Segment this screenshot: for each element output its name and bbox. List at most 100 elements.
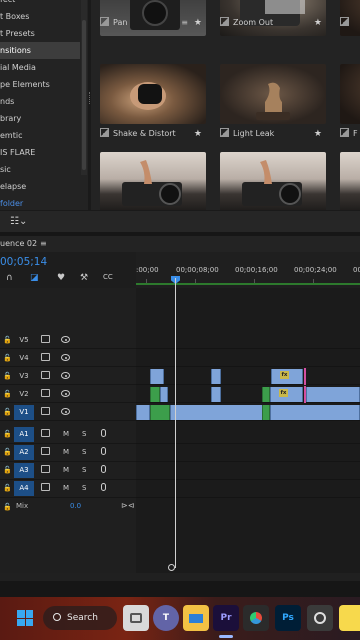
video-clip[interactable]: [306, 387, 360, 402]
track-name[interactable]: A3: [14, 463, 34, 478]
video-clip[interactable]: [160, 387, 168, 402]
track-a1[interactable]: [136, 426, 360, 444]
track-name[interactable]: A1: [14, 427, 34, 442]
mix-volume-value[interactable]: 0.0: [70, 502, 81, 510]
sync-lock-icon[interactable]: [41, 429, 50, 437]
eye-icon[interactable]: [61, 372, 70, 379]
video-clip[interactable]: [262, 405, 270, 420]
track-name[interactable]: A2: [14, 445, 34, 460]
sync-lock-icon[interactable]: [41, 483, 50, 491]
sequence-name[interactable]: uence 02: [0, 239, 37, 248]
effects-list-item[interactable]: brary: [0, 110, 80, 127]
track-name[interactable]: V5: [14, 333, 34, 348]
timecode-display[interactable]: 00;05;14: [0, 256, 47, 268]
effects-list-item[interactable]: folder: [0, 195, 80, 210]
panel-menu-icon[interactable]: ≡: [40, 236, 47, 252]
effects-list-item[interactable]: IS FLARE: [0, 144, 80, 161]
lock-icon[interactable]: 🔓: [3, 430, 12, 438]
task-view-icon[interactable]: [123, 605, 149, 631]
track-area[interactable]: fx fx: [136, 288, 360, 588]
adjustment-clip[interactable]: fx: [271, 369, 303, 384]
effects-list-item[interactable]: fect: [0, 0, 80, 8]
sync-lock-icon[interactable]: [41, 335, 50, 343]
effects-list-item[interactable]: sic: [0, 161, 80, 178]
mute-button[interactable]: M: [63, 448, 69, 456]
track-name[interactable]: A4: [14, 481, 34, 496]
sync-lock-icon[interactable]: [41, 389, 50, 397]
microphone-icon[interactable]: [101, 465, 106, 473]
teams-icon[interactable]: T: [153, 605, 179, 631]
video-clip[interactable]: [170, 405, 270, 420]
time-ruler[interactable]: :00;00 00;00;08;00 00;00;16;00 00;00;24;…: [136, 252, 360, 288]
lock-icon[interactable]: 🔓: [3, 390, 12, 398]
star-icon[interactable]: ★: [194, 16, 202, 30]
solo-button[interactable]: S: [82, 430, 86, 438]
obs-icon[interactable]: [307, 605, 333, 631]
sync-lock-icon[interactable]: [41, 407, 50, 415]
file-explorer-icon[interactable]: [183, 605, 209, 631]
track-v4[interactable]: [136, 350, 360, 367]
track-a2[interactable]: [136, 444, 360, 462]
video-clip[interactable]: [270, 405, 360, 420]
video-clip[interactable]: [150, 369, 164, 384]
effects-list-item[interactable]: t Presets: [0, 25, 80, 42]
scrollbar-thumb[interactable]: [82, 20, 86, 170]
lock-icon[interactable]: 🔓: [3, 503, 12, 511]
premiere-pro-icon[interactable]: Pr: [213, 605, 239, 631]
star-icon[interactable]: ★: [314, 16, 322, 30]
track-a3[interactable]: [136, 462, 360, 480]
video-clip[interactable]: [150, 387, 160, 402]
star-icon[interactable]: ★: [194, 127, 202, 141]
sync-lock-icon[interactable]: [41, 371, 50, 379]
sync-lock-icon[interactable]: [41, 447, 50, 455]
effects-list-scrollbar[interactable]: [81, 0, 87, 175]
lock-icon[interactable]: 🔓: [3, 448, 12, 456]
zoom-scroll-knob[interactable]: [168, 564, 175, 571]
eye-icon[interactable]: [61, 354, 70, 361]
track-v3[interactable]: fx: [136, 368, 360, 385]
resize-grip-icon[interactable]: [89, 92, 91, 104]
mute-button[interactable]: M: [63, 466, 69, 474]
go-to-end-icon[interactable]: ⊳⊲: [121, 501, 134, 510]
sticky-notes-icon[interactable]: [339, 605, 360, 631]
sequence-tab[interactable]: uence 02 ≡: [0, 236, 360, 252]
effects-list-item[interactable]: pe Elements: [0, 76, 80, 93]
mute-button[interactable]: M: [63, 484, 69, 492]
hamburger-menu-icon[interactable]: ≡: [181, 16, 188, 30]
solo-button[interactable]: S: [82, 484, 86, 492]
video-clip[interactable]: [262, 387, 270, 402]
lock-icon[interactable]: 🔓: [3, 372, 12, 380]
timeline-horizontal-scrollbar[interactable]: [0, 573, 360, 581]
effects-list-item[interactable]: t Boxes: [0, 8, 80, 25]
effects-list-item[interactable]: ial Media: [0, 59, 80, 76]
captions-icon[interactable]: CC: [103, 273, 113, 281]
track-name[interactable]: V2: [14, 387, 34, 402]
effects-list-item[interactable]: emtic: [0, 127, 80, 144]
lock-icon[interactable]: 🔓: [3, 408, 12, 416]
panel-divider[interactable]: [88, 0, 91, 210]
work-area-bar[interactable]: [136, 283, 360, 285]
lock-icon[interactable]: 🔓: [3, 466, 12, 474]
nest-toggle-icon[interactable]: ∩: [6, 273, 13, 283]
microphone-icon[interactable]: [101, 483, 106, 491]
track-v1[interactable]: [136, 404, 360, 421]
lock-icon[interactable]: 🔓: [3, 484, 12, 492]
wrench-icon[interactable]: ⚒: [80, 273, 88, 283]
track-v2[interactable]: fx: [136, 386, 360, 403]
solo-button[interactable]: S: [82, 466, 86, 474]
video-clip[interactable]: [136, 405, 150, 420]
lock-icon[interactable]: 🔓: [3, 336, 12, 344]
sync-lock-icon[interactable]: [41, 353, 50, 361]
eye-icon[interactable]: [61, 390, 70, 397]
lock-icon[interactable]: 🔓: [3, 354, 12, 362]
windows-start-icon[interactable]: [12, 605, 38, 631]
clip-marker[interactable]: [304, 368, 306, 385]
eye-icon[interactable]: [61, 336, 70, 343]
effects-list-item-selected[interactable]: nsitions: [0, 42, 80, 59]
video-clip[interactable]: [150, 405, 170, 420]
microphone-icon[interactable]: [101, 447, 106, 455]
track-a4[interactable]: [136, 480, 360, 498]
list-view-icon[interactable]: ☷⌄: [10, 216, 27, 227]
solo-button[interactable]: S: [82, 448, 86, 456]
video-clip[interactable]: [211, 369, 221, 384]
